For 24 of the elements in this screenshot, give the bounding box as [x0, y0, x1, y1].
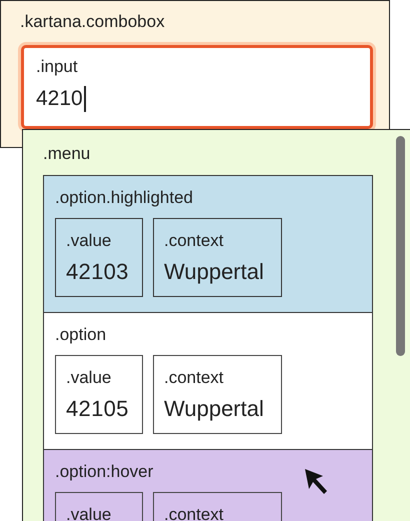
combobox-label: .kartana.combobox	[20, 12, 165, 32]
menu-option[interactable]: .option.highlighted .value 42103 .context Wuppertal	[44, 176, 372, 313]
city-name: Wuppertal	[164, 259, 265, 285]
city-name: Wuppertal	[164, 396, 265, 422]
scrollbar-thumb[interactable]	[396, 136, 405, 356]
input-field[interactable]: .input 4210	[21, 45, 373, 129]
menu-option[interactable]: .option .value 42105 .context Wuppertal	[44, 313, 372, 450]
context-label: .context	[164, 505, 225, 521]
context-label: .context	[164, 231, 225, 251]
option-label: .option.highlighted	[55, 188, 194, 208]
value-label: .value	[66, 231, 112, 251]
postal-code: 42103	[66, 259, 130, 285]
postal-code: 42105	[66, 396, 130, 422]
text-caret	[84, 86, 86, 112]
option-label: .option:hover	[55, 462, 154, 482]
option-label: .option	[55, 325, 106, 345]
menu-option[interactable]: .option:hover .value .context	[44, 450, 372, 521]
menu-label: .menu	[43, 144, 90, 164]
input-label: .input	[36, 57, 78, 77]
value-label: .value	[66, 368, 112, 388]
input-value: 4210	[36, 87, 83, 111]
value-label: .value	[66, 505, 112, 521]
context-label: .context	[164, 368, 225, 388]
mouse-pointer-icon	[303, 467, 329, 497]
